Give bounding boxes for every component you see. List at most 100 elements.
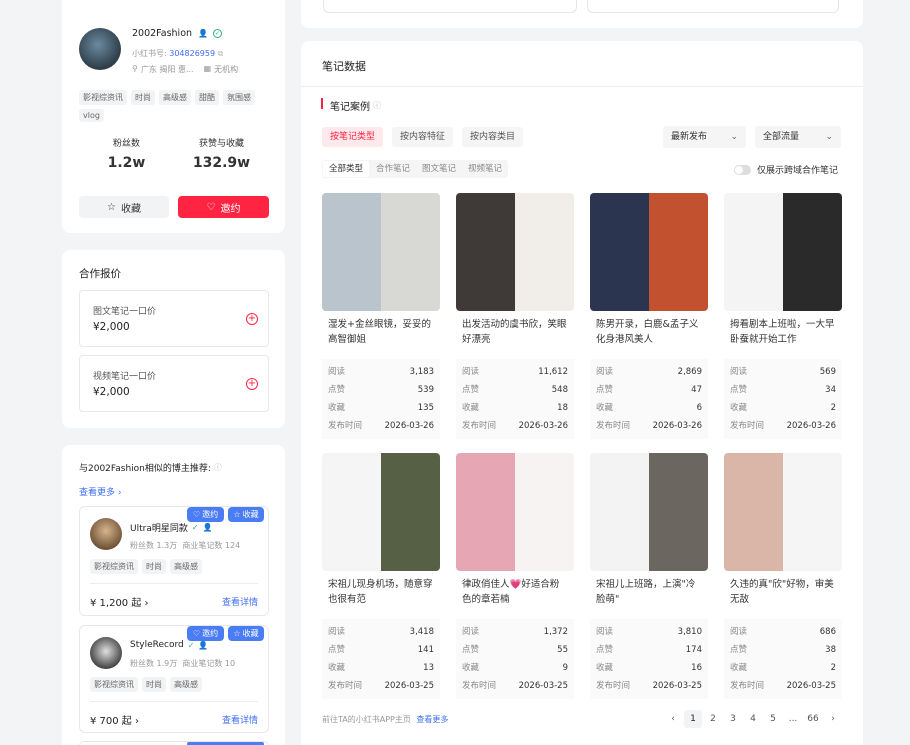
blogger-tag: 时尚 [142, 559, 166, 574]
footer-text: 前往TA的小红书APP主页 [322, 715, 411, 724]
note-cover[interactable] [724, 453, 842, 571]
rednote-id-label: 小红书号: [132, 49, 167, 58]
location-icon: ⚲ [132, 64, 138, 73]
note-card[interactable]: 湿发+金丝眼镜，妥妥的高智御姐 阅读 3,183 点赞 539 收藏 135 发布时间 2026… [322, 193, 440, 439]
note-cover[interactable] [322, 453, 440, 571]
stat-label-date: 发布时间 [462, 681, 497, 691]
page-2[interactable]: 2 [704, 710, 722, 728]
note-cover[interactable] [590, 453, 708, 571]
sort-select[interactable]: 最新发布 ⌄ [663, 126, 746, 148]
copy-icon[interactable]: ⧉ [218, 49, 224, 58]
note-card[interactable]: 陈男开录，白鹿&孟子义化身港风美人 阅读 2,869 点赞 47 收藏 6 发布时间 2026-… [590, 193, 708, 439]
note-date: 2026-03-25 [518, 681, 568, 691]
tab-note-type[interactable]: 按笔记类型 [322, 127, 384, 147]
stat-label-read: 阅读 [730, 627, 748, 637]
star-icon: ☆ [107, 201, 116, 213]
blogger-avatar[interactable] [90, 518, 122, 550]
filter-image[interactable]: 图文笔记 [416, 160, 462, 178]
note-title[interactable]: 湿发+金丝眼镜，妥妥的高智御姐 [322, 313, 440, 353]
note-read: 3,418 [409, 627, 434, 637]
note-title[interactable]: 宋祖儿现身机场，随意穿也很有范 [322, 573, 440, 613]
invite-button[interactable]: ♡ 邀约 [178, 196, 269, 218]
org-icon: ▦ [203, 64, 212, 73]
blogger-collect-button[interactable]: ☆ 收藏 [228, 507, 264, 522]
note-cover[interactable] [322, 193, 440, 311]
blogger-name[interactable]: StyleRecord [130, 640, 184, 650]
note-like: 55 [557, 645, 568, 655]
note-cover[interactable] [590, 193, 708, 311]
avatar[interactable] [79, 28, 121, 70]
blogger-notes: 商业笔记数 124 [182, 541, 241, 550]
blogger-notes: 商业笔记数 10 [182, 659, 236, 668]
blogger-invite-label: 邀约 [202, 510, 219, 519]
note-card[interactable]: 出发活动的虞书欣，笑眼好漂亮 阅读 11,612 点赞 548 收藏 18 发布时间 2026-… [456, 193, 574, 439]
traffic-select-value: 全部流量 [763, 132, 800, 142]
note-card[interactable]: 久违的真"欣"好物，审美无敌 阅读 686 点赞 38 收藏 2 发布时间 2026-03-25 [724, 453, 842, 699]
top-card-right [301, 0, 863, 28]
page-66[interactable]: 66 [804, 710, 822, 728]
note-title[interactable]: 久违的真"欣"好物，审美无敌 [724, 573, 842, 613]
note-like: 34 [825, 385, 836, 395]
filter-video[interactable]: 视频笔记 [462, 160, 508, 178]
note-read: 2,869 [677, 367, 702, 377]
blogger-card[interactable]: Ultra明星同款 ✓ 👤 粉丝数 1.3万 商业笔记数 124 影视综资讯 时尚… [79, 506, 269, 616]
page-next[interactable]: › [824, 710, 842, 728]
stat-label-date: 发布时间 [328, 421, 363, 431]
price-value: ¥2,000 [93, 386, 130, 398]
blogger-price[interactable]: ¥ 1,200 起 › [90, 594, 149, 609]
page-prev[interactable]: ‹ [664, 710, 682, 728]
tab-content-category[interactable]: 按内容类目 [462, 127, 524, 147]
tab-content-feature[interactable]: 按内容特征 [392, 127, 454, 147]
blogger-card[interactable]: StyleRecord ✓ 👤 粉丝数 1.9万 商业笔记数 10 影视综资讯时… [79, 625, 269, 733]
location: 广东 揭阳 惠... [140, 65, 194, 74]
verified-icon: ✓ [191, 523, 199, 532]
fans-label: 粉丝数 [112, 139, 140, 149]
blogger-tag: 高级感 [170, 677, 202, 692]
note-title[interactable]: 拇看剧本上班啦，一大早卧蚕就开始工作 [724, 313, 842, 353]
collect-button[interactable]: ☆ 收藏 [79, 196, 169, 218]
profile-name[interactable]: 2002Fashion [132, 28, 192, 39]
profile-tag: 高级感 [159, 90, 191, 105]
sort-select-value: 最新发布 [671, 132, 708, 142]
note-card[interactable]: 宋祖儿现身机场，随意穿也很有范 阅读 3,418 点赞 141 收藏 13 发布时间 2026-… [322, 453, 440, 699]
page-1[interactable]: 1 [684, 710, 702, 728]
blogger-avatar[interactable] [90, 637, 122, 669]
traffic-select[interactable]: 全部流量 ⌄ [755, 126, 841, 148]
note-cover[interactable] [456, 193, 574, 311]
footer-more-link[interactable]: 查看更多 [416, 715, 448, 724]
profile-tags: 影视综资讯 时尚 高级感 甜酷 氛围感 vlog [79, 90, 269, 126]
blogger-name[interactable]: Ultra明星同款 [130, 521, 188, 534]
filter-cooperation[interactable]: 合作笔记 [370, 160, 416, 178]
blogger-invite-button[interactable]: ♡ 邀约 [187, 507, 224, 522]
note-title[interactable]: 出发活动的虞书欣，笑眼好漂亮 [456, 313, 574, 353]
note-card[interactable]: 宋祖儿上班路，上演"冷脸萌" 阅读 3,810 点赞 174 收藏 16 发布时间 2026-0… [590, 453, 708, 699]
filter-all[interactable]: 全部类型 [323, 161, 370, 177]
chevron-down-icon: ⌄ [825, 132, 833, 142]
page-4[interactable]: 4 [744, 710, 762, 728]
note-card[interactable]: 律政俏佳人💗好适合粉色的章若楠 阅读 1,372 点赞 55 收藏 9 发布时间 2026-03… [456, 453, 574, 699]
note-title[interactable]: 宋祖儿上班路，上演"冷脸萌" [590, 573, 708, 613]
profile-tag: 甜酷 [195, 90, 219, 105]
info-icon: ⓘ [373, 101, 381, 110]
verified-icon: ✓ [213, 29, 223, 38]
note-fav: 16 [691, 663, 702, 673]
note-card[interactable]: 拇看剧本上班啦，一大早卧蚕就开始工作 阅读 569 点赞 34 收藏 2 发布时间 2026-0… [724, 193, 842, 439]
blogger-detail-link[interactable]: 查看详情 [222, 595, 258, 608]
page-5[interactable]: 5 [764, 710, 782, 728]
profile-tag: 时尚 [131, 90, 155, 105]
cross-domain-toggle[interactable] [734, 164, 751, 175]
page-3[interactable]: 3 [724, 710, 742, 728]
similar-more-link[interactable]: 查看更多 › [79, 485, 121, 498]
stat-label-date: 发布时间 [328, 681, 363, 691]
note-read: 686 [819, 627, 836, 637]
note-cover[interactable] [724, 193, 842, 311]
add-circle-icon[interactable]: + [246, 378, 258, 390]
note-title[interactable]: 陈男开录，白鹿&孟子义化身港风美人 [590, 313, 708, 353]
blogger-invite-button[interactable]: ♡ 邀约 [187, 626, 224, 641]
blogger-collect-button[interactable]: ☆ 收藏 [228, 626, 264, 641]
note-title[interactable]: 律政俏佳人💗好适合粉色的章若楠 [456, 573, 574, 613]
note-cover[interactable] [456, 453, 574, 571]
blogger-price[interactable]: ¥ 700 起 › [90, 712, 139, 727]
add-circle-icon[interactable]: + [246, 313, 258, 325]
blogger-detail-link[interactable]: 查看详情 [222, 713, 258, 726]
